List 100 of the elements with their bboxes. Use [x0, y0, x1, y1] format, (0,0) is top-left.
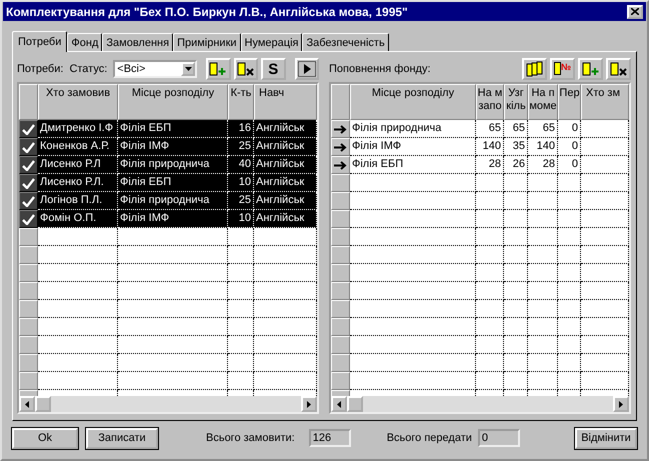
- check-icon: [22, 160, 35, 170]
- table-row[interactable]: Логінов П.Л. Філія природнича 25 Англійськ: [19, 192, 317, 210]
- table-row[interactable]: Дмитренко І.Ф Філія ЕБП 16 Англійськ: [19, 120, 317, 138]
- empty-cell: [504, 228, 528, 246]
- scroll-right-icon: [307, 400, 311, 408]
- empty-cell: [254, 336, 317, 354]
- save-button[interactable]: Записати: [86, 428, 158, 448]
- tab[interactable]: Примірники: [173, 33, 241, 51]
- empty-cell: [476, 282, 504, 300]
- tab[interactable]: Фонд: [67, 33, 102, 51]
- empty-cell: [528, 228, 558, 246]
- column-header: На п моме: [528, 84, 558, 120]
- books-button[interactable]: [522, 58, 547, 80]
- table-cell: 35: [504, 138, 528, 156]
- play-icon: [298, 61, 316, 77]
- table-cell: Англійськ: [254, 156, 317, 174]
- book-icon: [554, 62, 561, 75]
- empty-cell: [254, 354, 317, 372]
- empty-cell: [581, 156, 629, 174]
- add-button[interactable]: [206, 58, 231, 80]
- empty-cell: [558, 372, 581, 390]
- empty-cell: [504, 282, 528, 300]
- replenishment-label: Поповнення фонду:: [329, 63, 432, 75]
- empty-cell: [528, 336, 558, 354]
- check-icon: [22, 196, 35, 206]
- total-transfer-field: 0: [478, 429, 520, 447]
- table-cell: 65: [476, 120, 504, 138]
- empty-cell: [254, 264, 317, 282]
- table-row[interactable]: Фомін О.П. Філія ІМФ 10 Англійськ: [19, 210, 317, 228]
- empty-cell: [476, 264, 504, 282]
- tab[interactable]: Забезпеченість: [302, 33, 389, 51]
- empty-cell: [581, 282, 629, 300]
- table-cell: Англійськ: [254, 120, 317, 138]
- table-cell: 10: [228, 174, 254, 192]
- total-order-label: Всього замовити:: [206, 432, 295, 444]
- tab[interactable]: Нумерація: [240, 33, 302, 51]
- empty-cell: [504, 174, 528, 192]
- empty-cell: [581, 174, 629, 192]
- table-cell: Логінов П.Л.: [38, 192, 118, 210]
- tab[interactable]: Замовлення: [102, 33, 174, 51]
- empty-cell: [558, 300, 581, 318]
- status-dropdown[interactable]: <Всі>: [113, 60, 198, 78]
- delete-button[interactable]: [234, 58, 258, 80]
- table-cell: Коненков А.Р.: [38, 138, 118, 156]
- horizontal-scrollbar[interactable]: [331, 396, 629, 412]
- empty-cell: [476, 228, 504, 246]
- column-header: Пер: [558, 84, 581, 120]
- table-cell: 65: [504, 120, 528, 138]
- empty-cell: [476, 372, 504, 390]
- empty-cell: [228, 282, 254, 300]
- s-button[interactable]: S: [261, 58, 286, 80]
- empty-cell: [528, 174, 558, 192]
- ok-button[interactable]: Ok: [12, 428, 78, 448]
- table-row[interactable]: Лисенко Р.Л. Філія ЕБП 10 Англійськ: [19, 174, 317, 192]
- delete-icon: [610, 62, 628, 76]
- delete-button[interactable]: [606, 58, 631, 80]
- table-cell: 25: [228, 192, 254, 210]
- empty-cell: [254, 318, 317, 336]
- table-cell: Англійськ: [254, 174, 317, 192]
- empty-cell: [558, 228, 581, 246]
- table-cell: 0: [558, 120, 581, 138]
- empty-cell: [504, 246, 528, 264]
- next-button[interactable]: [294, 58, 319, 80]
- close-icon: [631, 8, 639, 15]
- column-header: Місце розподілу: [350, 84, 476, 120]
- empty-cell: [581, 228, 629, 246]
- table-cell: Англійськ: [254, 138, 317, 156]
- empty-cell: [528, 300, 558, 318]
- empty-cell: [558, 336, 581, 354]
- empty-cell: [528, 372, 558, 390]
- empty-cell: [581, 138, 629, 156]
- window-title: Комплектування для "Бех П.О. Биркун Л.В., Англійська мова, 1995": [6, 4, 408, 18]
- horizontal-scrollbar[interactable]: [19, 396, 317, 412]
- empty-cell: [558, 192, 581, 210]
- table-cell: Фомін О.П.: [38, 210, 118, 228]
- table-row[interactable]: Коненков А.Р. Філія ІМФ 25 Англійськ: [19, 138, 317, 156]
- column-header: Узг кіль: [504, 84, 528, 120]
- empty-cell: [528, 282, 558, 300]
- table-cell: Дмитренко І.Ф: [38, 120, 118, 138]
- empty-cell: [558, 264, 581, 282]
- add-icon: [209, 62, 228, 76]
- add-button[interactable]: [578, 58, 603, 80]
- empty-cell: [581, 210, 629, 228]
- empty-cell: [476, 318, 504, 336]
- empty-cell: [558, 246, 581, 264]
- empty-cell: [254, 282, 317, 300]
- table-cell: 25: [228, 138, 254, 156]
- close-button[interactable]: [627, 4, 643, 18]
- tab[interactable]: Потреби: [12, 31, 68, 52]
- scroll-left-icon: [25, 400, 29, 408]
- cancel-button[interactable]: Відмінити: [575, 428, 637, 448]
- table-cell: Філія природнича: [350, 120, 476, 138]
- table-cell: Філія ІМФ: [118, 138, 228, 156]
- empty-cell: [581, 354, 629, 372]
- empty-cell: [581, 192, 629, 210]
- table-row[interactable]: Лисенко Р.Л Філія природнича 40 Англійськ: [19, 156, 317, 174]
- table-cell: 16: [228, 120, 254, 138]
- empty-cell: [581, 372, 629, 390]
- table-cell: Філія ІМФ: [118, 210, 228, 228]
- empty-cell: [228, 264, 254, 282]
